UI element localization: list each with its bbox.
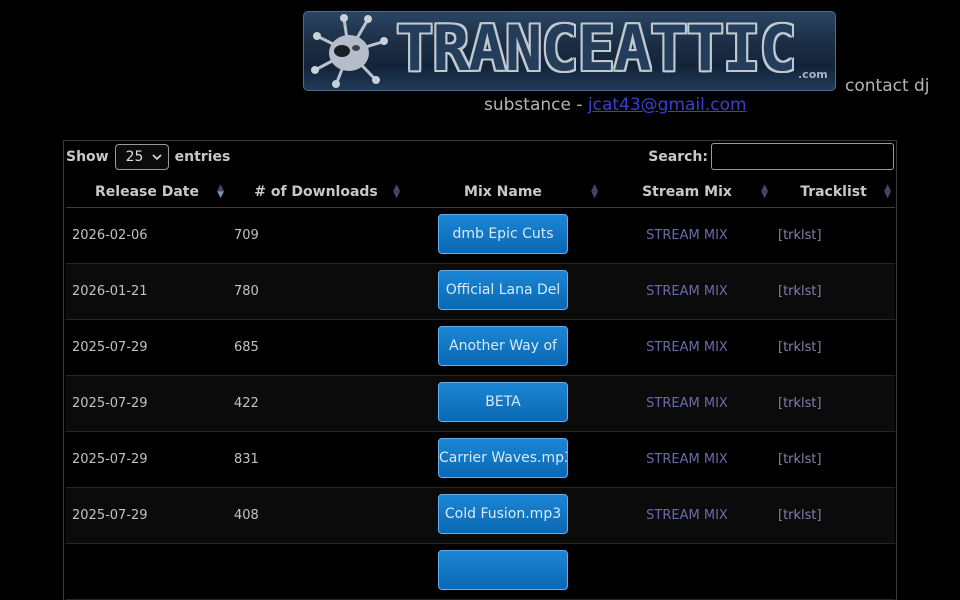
- tracklist-cell: [772, 543, 895, 600]
- release-date-cell: 2026-02-06: [66, 207, 228, 264]
- sort-icon: ▲ ▼: [393, 183, 400, 200]
- mix-download-button[interactable]: Cold Fusion.mp3: [438, 493, 568, 534]
- search-input[interactable]: [711, 143, 894, 170]
- release-date-cell: [66, 543, 228, 600]
- stream-mix-cell: STREAM MIX: [602, 319, 772, 376]
- table-header-row: Release Date ▲ ▼ # of Downloads ▲ ▼ Mix Na…: [66, 177, 895, 208]
- stream-mix-link[interactable]: STREAM MIX: [646, 452, 728, 467]
- tracklist-cell: [trklst]: [772, 263, 895, 320]
- contact-dj-label: contact dj: [845, 76, 930, 96]
- logo-wordmark: TRANCEATTIC: [396, 12, 797, 85]
- stream-mix-cell: STREAM MIX: [602, 375, 772, 432]
- release-date-cell: 2025-07-29: [66, 319, 228, 376]
- stream-mix-link[interactable]: STREAM MIX: [646, 508, 728, 523]
- tracklist-link[interactable]: [trklst]: [778, 228, 822, 243]
- stream-mix-link[interactable]: STREAM MIX: [646, 340, 728, 355]
- release-date-cell: 2025-07-29: [66, 431, 228, 488]
- column-header-tracklist[interactable]: Tracklist ▲ ▼: [772, 177, 895, 208]
- mix-download-button[interactable]: Official Lana Del: [438, 269, 568, 310]
- mix-download-button[interactable]: dmb Epic Cuts: [438, 213, 568, 254]
- mix-name-cell: BETA: [404, 375, 602, 432]
- stream-mix-link[interactable]: STREAM MIX: [646, 228, 728, 243]
- sort-descending-icon: ▲ ▼: [217, 183, 224, 200]
- sort-icon: ▲ ▼: [884, 183, 891, 200]
- table-row: [66, 543, 895, 600]
- mix-name-cell: Carrier Waves.mp3: [404, 431, 602, 488]
- stream-mix-cell: STREAM MIX: [602, 263, 772, 320]
- email-link[interactable]: jcat43@gmail.com: [588, 95, 747, 115]
- downloads-cell: 709: [228, 207, 404, 264]
- mix-download-button[interactable]: [438, 549, 568, 590]
- sort-icon: ▲ ▼: [761, 183, 768, 200]
- release-date-cell: 2025-07-29: [66, 375, 228, 432]
- page: TRANCEATTIC .com contact dj substance - …: [0, 0, 960, 600]
- stream-mix-cell: STREAM MIX: [602, 487, 772, 544]
- table-row: 2025-07-29 831 Carrier Waves.mp3 STREAM MIX…: [66, 431, 895, 488]
- stream-mix-cell: STREAM MIX: [602, 207, 772, 264]
- mix-name-cell: Another Way of: [404, 319, 602, 376]
- tracklist-cell: [trklst]: [772, 487, 895, 544]
- tracklist-link[interactable]: [trklst]: [778, 508, 822, 523]
- downloads-cell: 831: [228, 431, 404, 488]
- mix-name-cell: Official Lana Del: [404, 263, 602, 320]
- mix-name-cell: Cold Fusion.mp3: [404, 487, 602, 544]
- sort-icon: ▲ ▼: [591, 183, 598, 200]
- tracklist-link[interactable]: [trklst]: [778, 340, 822, 355]
- mix-download-button[interactable]: Another Way of: [438, 325, 568, 366]
- tracklist-cell: [trklst]: [772, 319, 895, 376]
- page-length-value: 25: [125, 149, 144, 165]
- mixes-table-wrapper: Show 25 entries Search: Release Date ▲ ▼…: [63, 140, 897, 600]
- release-date-cell: 2026-01-21: [66, 263, 228, 320]
- entries-label: entries: [174, 149, 231, 165]
- mix-name-cell: dmb Epic Cuts: [404, 207, 602, 264]
- downloads-cell: 422: [228, 375, 404, 432]
- chevron-down-icon: [152, 153, 162, 160]
- stream-mix-link[interactable]: STREAM MIX: [646, 396, 728, 411]
- column-header-downloads[interactable]: # of Downloads ▲ ▼: [228, 177, 404, 208]
- table-row: 2026-02-06 709 dmb Epic Cuts STREAM MIX [trk…: [66, 207, 895, 264]
- table-body: 2026-02-06 709 dmb Epic Cuts STREAM MIX [trk…: [66, 207, 895, 600]
- page-length-control: Show 25 entries: [66, 144, 230, 170]
- table-row: 2025-07-29 685 Another Way of STREAM MIX [tr…: [66, 319, 895, 376]
- show-label: Show: [66, 149, 109, 165]
- downloads-cell: 685: [228, 319, 404, 376]
- table-row: 2025-07-29 408 Cold Fusion.mp3 STREAM MIX [t…: [66, 487, 895, 544]
- substance-contact-line: substance - jcat43@gmail.com: [484, 95, 747, 115]
- tracklist-link[interactable]: [trklst]: [778, 284, 822, 299]
- mix-download-button[interactable]: Carrier Waves.mp3: [438, 437, 568, 478]
- table-row: 2026-01-21 780 Official Lana Del STREAM MIX…: [66, 263, 895, 320]
- substance-label: substance -: [484, 95, 583, 115]
- tracklist-cell: [trklst]: [772, 207, 895, 264]
- search-control: Search:: [648, 143, 894, 170]
- column-header-release-date[interactable]: Release Date ▲ ▼: [66, 177, 228, 208]
- tracklist-link[interactable]: [trklst]: [778, 452, 822, 467]
- logo-domain-suffix: .com: [798, 68, 828, 81]
- page-length-select[interactable]: 25: [114, 144, 169, 170]
- stream-mix-cell: [602, 543, 772, 600]
- tracklist-cell: [trklst]: [772, 431, 895, 488]
- stream-mix-cell: STREAM MIX: [602, 431, 772, 488]
- mix-download-button[interactable]: BETA: [438, 381, 568, 422]
- tracklist-link[interactable]: [trklst]: [778, 396, 822, 411]
- downloads-cell: 408: [228, 487, 404, 544]
- release-date-cell: 2025-07-29: [66, 487, 228, 544]
- column-header-stream-mix[interactable]: Stream Mix ▲ ▼: [602, 177, 772, 208]
- tracklist-cell: [trklst]: [772, 375, 895, 432]
- site-logo[interactable]: TRANCEATTIC .com: [303, 11, 836, 91]
- mixes-table: Release Date ▲ ▼ # of Downloads ▲ ▼ Mix Na…: [66, 177, 895, 600]
- downloads-cell: 780: [228, 263, 404, 320]
- stream-mix-link[interactable]: STREAM MIX: [646, 284, 728, 299]
- mix-name-cell: [404, 543, 602, 600]
- downloads-cell: [228, 543, 404, 600]
- column-header-mix-name[interactable]: Mix Name ▲ ▼: [404, 177, 602, 208]
- search-label: Search:: [648, 148, 708, 165]
- table-row: 2025-07-29 422 BETA STREAM MIX [trklst]: [66, 375, 895, 432]
